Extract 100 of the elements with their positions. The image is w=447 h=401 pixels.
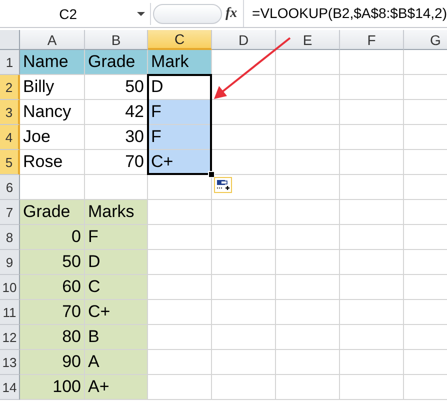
- grid-cell: [148, 225, 212, 250]
- table-cell: C+: [85, 300, 148, 325]
- grid-cell: [212, 275, 276, 300]
- table-cell: A: [85, 350, 148, 375]
- dropdown-caret-icon[interactable]: [136, 10, 146, 16]
- table-cell: 0: [20, 225, 85, 250]
- grid-cell: [340, 100, 404, 125]
- column-header[interactable]: C: [148, 30, 212, 50]
- grid-cell: [20, 175, 85, 200]
- row-header[interactable]: 6: [0, 175, 20, 200]
- grid-cell: [212, 225, 276, 250]
- grid-cell: [212, 300, 276, 325]
- header-cell: Name: [20, 50, 85, 75]
- row-header[interactable]: 14: [0, 375, 20, 400]
- grid-cell: [276, 150, 340, 175]
- grid-cell: [148, 175, 212, 200]
- expand-handle[interactable]: [153, 4, 222, 24]
- grid-cell: [276, 200, 340, 225]
- row-header[interactable]: 13: [0, 350, 20, 375]
- table-cell: F: [85, 225, 148, 250]
- column-header[interactable]: F: [340, 30, 404, 50]
- table-cell: F: [148, 125, 212, 150]
- grid-cell: [276, 325, 340, 350]
- grid-cell: [212, 75, 276, 100]
- formula-field[interactable]: =VLOOKUP(B2,$A$8:$B$14,2): [243, 0, 447, 27]
- grid-cell: [212, 200, 276, 225]
- grid-cell: [148, 300, 212, 325]
- row-header[interactable]: 10: [0, 275, 20, 300]
- grid-cell: [276, 300, 340, 325]
- grid-cell: [212, 125, 276, 150]
- grid-cell: [212, 150, 276, 175]
- grid-cell: [276, 275, 340, 300]
- row-header[interactable]: 1: [0, 50, 20, 75]
- grid-cell: [212, 100, 276, 125]
- grid-cell: [148, 200, 212, 225]
- header-cell: Mark: [148, 50, 212, 75]
- grid-cell: [340, 325, 404, 350]
- grid-cell: [340, 75, 404, 100]
- row-header[interactable]: 8: [0, 225, 20, 250]
- table-cell: Rose: [20, 150, 85, 175]
- grid-cell: [340, 300, 404, 325]
- grid-cell: [85, 175, 148, 200]
- paste-options-icon[interactable]: [214, 177, 232, 193]
- table-cell: 100: [20, 375, 85, 400]
- name-box[interactable]: C2: [0, 2, 152, 24]
- table-cell: Nancy: [20, 100, 85, 125]
- insert-function-button[interactable]: fx: [226, 6, 244, 22]
- grid-cell: [276, 175, 340, 200]
- grid-cell: [340, 250, 404, 275]
- grid-cell: [212, 350, 276, 375]
- row-header[interactable]: 5: [0, 150, 20, 175]
- table-cell: 50: [20, 250, 85, 275]
- grid-cell: [276, 350, 340, 375]
- table-cell: 80: [20, 325, 85, 350]
- grid-cell: [340, 150, 404, 175]
- grid-cell: [340, 175, 404, 200]
- table-cell: D: [85, 250, 148, 275]
- fill-handle[interactable]: [208, 171, 215, 178]
- grid-cell: [212, 325, 276, 350]
- table-cell: Billy: [20, 75, 85, 100]
- table-cell: F: [148, 100, 212, 125]
- grid-cell: [276, 100, 340, 125]
- header-cell: Grade: [85, 50, 148, 75]
- grid-cell: [148, 250, 212, 275]
- grid-cell: [340, 200, 404, 225]
- row-header[interactable]: 3: [0, 100, 20, 125]
- row-header[interactable]: 7: [0, 200, 20, 225]
- grid-cell: [148, 350, 212, 375]
- row-header[interactable]: 4: [0, 125, 20, 150]
- table-cell: C: [85, 275, 148, 300]
- grid-cell: [276, 225, 340, 250]
- grid-cell: [340, 350, 404, 375]
- grid-cell: [276, 125, 340, 150]
- row-header[interactable]: 12: [0, 325, 20, 350]
- column-header[interactable]: D: [212, 30, 276, 50]
- grid-cell: [340, 50, 404, 75]
- grid-cell: [212, 50, 276, 75]
- column-header[interactable]: G: [404, 30, 447, 50]
- row-header[interactable]: 9: [0, 250, 20, 275]
- table-cell: Joe: [20, 125, 85, 150]
- header-cell: Grade: [20, 200, 85, 225]
- column-header[interactable]: E: [276, 30, 340, 50]
- header-cell: Marks: [85, 200, 148, 225]
- grid-cell: [276, 75, 340, 100]
- row-header[interactable]: 11: [0, 300, 20, 325]
- table-cell: 60: [20, 275, 85, 300]
- grid-cell: [148, 275, 212, 300]
- grid-cell: [340, 125, 404, 150]
- column-header[interactable]: A: [20, 30, 85, 50]
- table-cell: A+: [85, 375, 148, 400]
- grid-cell: [276, 250, 340, 275]
- grid-cell: [340, 275, 404, 300]
- grid-cell: [148, 325, 212, 350]
- table-cell: 90: [20, 350, 85, 375]
- grid-cell: [340, 225, 404, 250]
- grid-cell: [276, 50, 340, 75]
- table-cell: 70: [20, 300, 85, 325]
- row-header[interactable]: 2: [0, 75, 20, 100]
- column-header[interactable]: B: [85, 30, 148, 50]
- table-cell: B: [85, 325, 148, 350]
